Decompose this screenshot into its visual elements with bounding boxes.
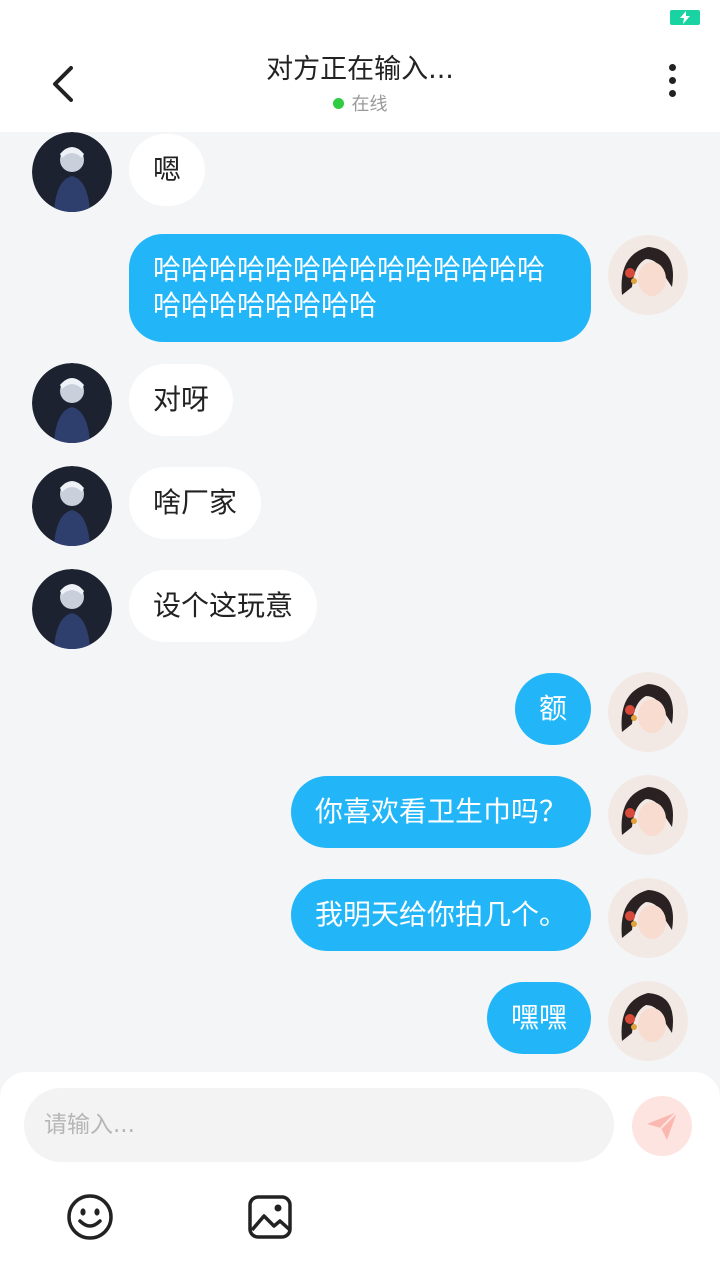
more-dot-icon xyxy=(668,77,676,84)
image-button[interactable] xyxy=(245,1192,295,1242)
message-bubble-sent[interactable]: 我明天给你拍几个。 xyxy=(290,879,591,951)
my-avatar[interactable] xyxy=(608,981,688,1061)
message-bubble-sent[interactable]: 哈哈哈哈哈哈哈哈哈哈哈哈哈哈哈哈哈哈哈哈哈哈 xyxy=(129,234,591,342)
message-input[interactable] xyxy=(24,1088,614,1162)
online-status: 在线 xyxy=(180,90,540,116)
more-dot-icon xyxy=(668,64,676,71)
chat-header: 对方正在输入... 在线 xyxy=(0,34,720,132)
status-bar xyxy=(0,0,720,34)
emoji-icon xyxy=(67,1194,113,1240)
more-options-button[interactable] xyxy=(652,64,692,104)
message-bubble-received[interactable]: 啥厂家 xyxy=(129,467,262,539)
my-avatar[interactable] xyxy=(608,672,688,752)
back-button[interactable] xyxy=(44,56,88,112)
my-avatar[interactable] xyxy=(608,878,688,958)
contact-avatar[interactable] xyxy=(32,569,112,649)
message-bubble-received[interactable]: 设个这玩意 xyxy=(129,570,318,642)
page-title: 对方正在输入... xyxy=(266,54,454,85)
emoji-button[interactable] xyxy=(65,1192,115,1242)
message-composer xyxy=(0,1072,720,1280)
send-icon xyxy=(647,1111,678,1140)
message-list[interactable]: 嗯 哈哈哈哈哈哈哈哈哈哈哈哈哈哈哈哈哈哈哈哈哈哈 对呀 啥厂家 设个这玩意 额 … xyxy=(0,132,720,1072)
send-button[interactable] xyxy=(632,1096,692,1156)
message-bubble-sent[interactable]: 你喜欢看卫生巾吗？ xyxy=(290,776,591,848)
image-icon xyxy=(248,1195,292,1239)
online-dot-icon xyxy=(332,97,344,109)
my-avatar[interactable] xyxy=(608,235,688,315)
online-status-label: 在线 xyxy=(351,94,388,115)
contact-avatar[interactable] xyxy=(32,363,112,443)
battery-icon xyxy=(670,10,700,25)
contact-avatar[interactable] xyxy=(32,132,112,212)
message-bubble-received[interactable]: 对呀 xyxy=(129,364,234,436)
my-avatar[interactable] xyxy=(608,775,688,855)
more-dot-icon xyxy=(668,90,676,97)
message-bubble-received[interactable]: 嗯 xyxy=(129,134,206,206)
title-area: 对方正在输入... 在线 xyxy=(180,52,540,116)
chevron-left-icon xyxy=(53,66,73,102)
contact-avatar[interactable] xyxy=(32,466,112,546)
message-bubble-sent[interactable]: 嘿嘿 xyxy=(486,982,591,1054)
message-bubble-sent[interactable]: 额 xyxy=(514,673,591,745)
